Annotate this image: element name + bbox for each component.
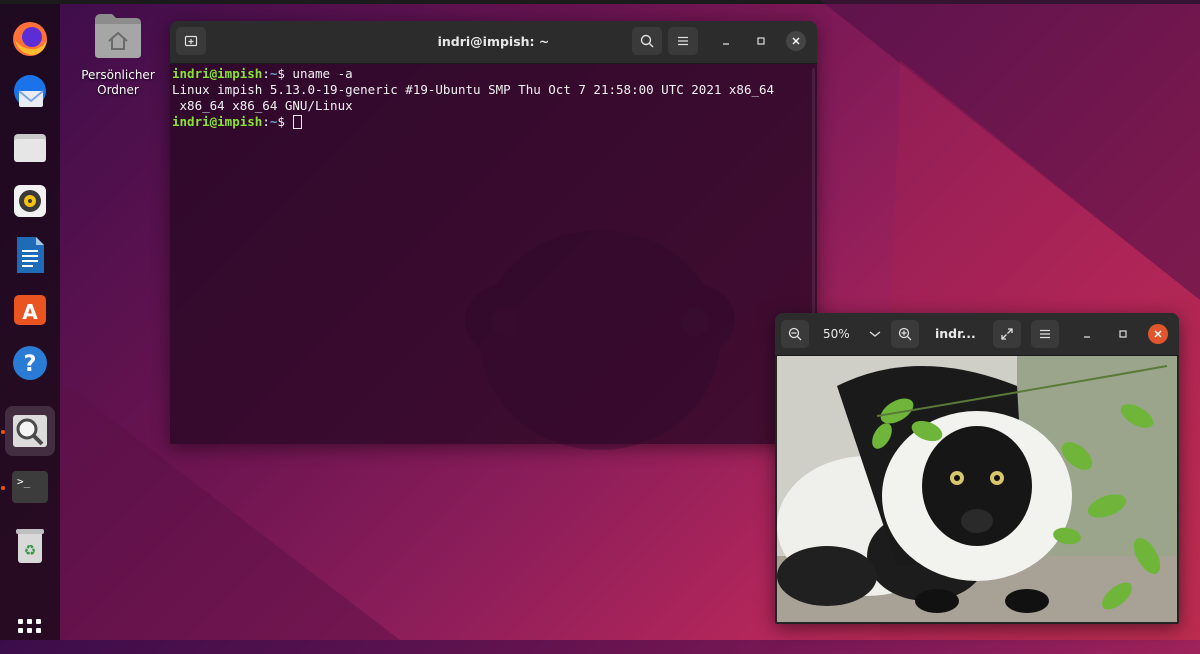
maximize-icon: [757, 37, 765, 45]
hamburger-menu-icon: [1040, 329, 1050, 339]
prompt-separator: :: [262, 114, 270, 129]
home-folder-label-line2: Ordner: [97, 83, 139, 97]
dock-software[interactable]: A: [5, 284, 55, 334]
svg-text:>_: >_: [17, 475, 31, 488]
dock-help[interactable]: ?: [5, 338, 55, 388]
text-cursor: [293, 115, 303, 129]
zoom-out-button[interactable]: [781, 320, 809, 348]
maximize-button[interactable]: [751, 31, 771, 51]
help-icon: ?: [13, 346, 47, 380]
dock-writer[interactable]: [5, 230, 55, 280]
dock-show-apps[interactable]: [5, 604, 55, 654]
zoom-level: 50%: [823, 327, 850, 341]
menu-button[interactable]: [668, 27, 698, 55]
thunderbird-icon: [14, 75, 46, 107]
terminal-headerbar[interactable]: indri@impish: ~: [170, 21, 817, 64]
trash-icon: ♻: [16, 529, 44, 563]
image-viewer-icon: [13, 415, 47, 447]
terminal-line-prompt: indri@impish:~$: [172, 114, 817, 130]
dock-terminal[interactable]: >_: [5, 462, 55, 512]
svg-text:?: ?: [24, 352, 37, 377]
zoom-out-icon: [788, 327, 802, 341]
minimize-icon: [1084, 336, 1090, 338]
minimize-button[interactable]: [716, 31, 736, 51]
terminal-icon: >_: [12, 471, 48, 503]
dock-files[interactable]: [5, 122, 55, 172]
viewer-headerbar[interactable]: 50% indr...: [775, 313, 1179, 356]
home-folder-icon: [95, 14, 141, 58]
search-button[interactable]: [632, 27, 662, 55]
prompt-separator: :: [262, 66, 270, 81]
terminal-window[interactable]: indri@impish: ~ indri@impish:~$ uname -a…: [170, 21, 817, 444]
zoom-level-dropdown[interactable]: 50%: [815, 320, 889, 348]
close-icon: [792, 37, 800, 45]
minimize-button[interactable]: [1077, 324, 1097, 344]
svg-text:A: A: [22, 300, 38, 324]
close-button[interactable]: [786, 31, 806, 51]
hamburger-menu-icon: [678, 36, 688, 46]
maximize-button[interactable]: [1113, 324, 1133, 344]
close-icon: [1154, 330, 1162, 338]
terminal-line-output: x86_64 x86_64 GNU/Linux: [172, 98, 353, 113]
fullscreen-icon: [1001, 328, 1013, 340]
writer-icon: [17, 237, 44, 273]
desktop-home-folder[interactable]: Persönlicher Ordner: [76, 10, 160, 98]
software-icon: A: [14, 295, 46, 325]
prompt-user: indri@impish: [172, 66, 263, 81]
zoom-in-icon: [898, 327, 912, 341]
rhythmbox-icon: [14, 185, 46, 217]
image-viewer-window[interactable]: 50% indr...: [775, 313, 1179, 624]
home-folder-label-line1: Persönlicher: [81, 68, 155, 82]
dock-thunderbird[interactable]: [5, 68, 55, 118]
fullscreen-button[interactable]: [993, 320, 1021, 348]
terminal-output[interactable]: indri@impish:~$ uname -a Linux impish 5.…: [170, 64, 817, 444]
dock: A ? >_ ♻: [0, 4, 60, 640]
svg-text:♻: ♻: [24, 543, 37, 559]
terminal-line-command: indri@impish:~$ uname -a: [172, 66, 817, 82]
dock-trash[interactable]: ♻: [5, 520, 55, 570]
prompt-user: indri@impish: [172, 114, 263, 129]
minimize-icon: [723, 43, 729, 45]
zoom-in-button[interactable]: [891, 320, 919, 348]
command-text: uname -a: [284, 66, 353, 81]
dock-image-viewer[interactable]: [5, 406, 55, 456]
dock-firefox[interactable]: [5, 14, 55, 64]
command-text: [285, 114, 293, 129]
search-icon: [640, 34, 654, 48]
firefox-icon: [13, 22, 47, 56]
close-button[interactable]: [1148, 324, 1168, 344]
terminal-line-output: Linux impish 5.13.0-19-generic #19-Ubunt…: [172, 82, 775, 97]
lemur-photo: [777, 356, 1177, 622]
running-indicator: [1, 486, 5, 490]
prompt-symbol: $: [277, 66, 285, 81]
files-icon: [14, 134, 46, 162]
viewer-menu-button[interactable]: [1031, 320, 1059, 348]
maximize-icon: [1119, 330, 1127, 338]
dock-rhythmbox[interactable]: [5, 176, 55, 226]
running-indicator: [1, 430, 5, 434]
chevron-down-icon: [869, 331, 881, 337]
viewer-title: indr...: [935, 326, 976, 341]
prompt-symbol: $: [277, 114, 285, 129]
